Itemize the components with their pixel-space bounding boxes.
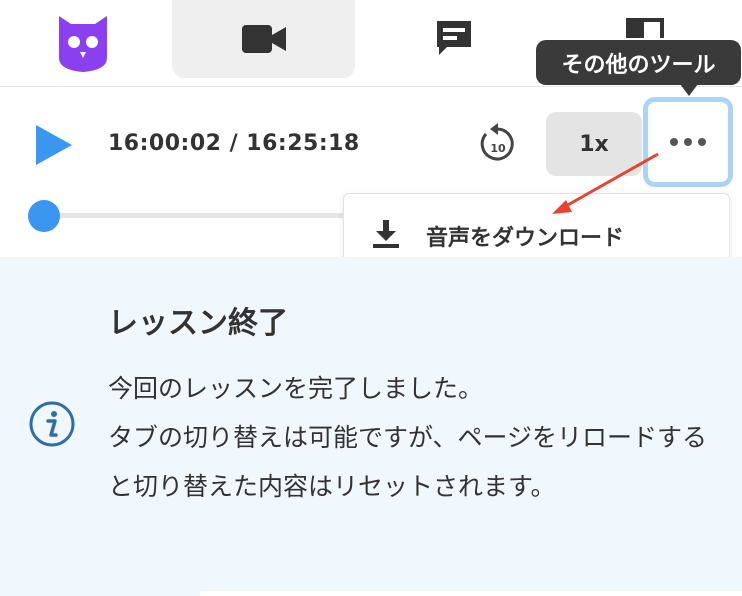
more-dots-icon bbox=[670, 138, 706, 146]
playback-time: 16:00:02 / 16:25:18 bbox=[108, 131, 360, 156]
replay-seconds-label: 10 bbox=[490, 142, 506, 155]
progress-knob[interactable] bbox=[28, 200, 60, 232]
tooltip-arrow bbox=[680, 84, 698, 96]
tab-video[interactable] bbox=[172, 0, 355, 78]
replay-10-button[interactable]: 10 bbox=[478, 122, 518, 164]
notice-line: 今回のレッスンを完了しました。 bbox=[108, 374, 484, 403]
layout-icon bbox=[626, 18, 664, 38]
notice-strip bbox=[0, 591, 200, 596]
notice-line: タブの切り替えは可能ですが、ページをリロードすると切り替えた内容はリセットされま… bbox=[108, 423, 708, 501]
video-camera-icon bbox=[241, 25, 286, 53]
owl-logo[interactable] bbox=[57, 14, 109, 72]
more-tools-button[interactable] bbox=[643, 97, 733, 187]
notice-title: レッスン終了 bbox=[108, 306, 288, 341]
replay-10-icon: 10 bbox=[480, 123, 514, 161]
play-button[interactable] bbox=[34, 123, 74, 167]
notice-body: 今回のレッスンを完了しました。 タブの切り替えは可能ですが、ページをリロードする… bbox=[108, 364, 708, 511]
more-tools-tooltip: その他のツール bbox=[536, 40, 741, 85]
info-icon bbox=[29, 401, 75, 447]
chat-bubble-icon bbox=[437, 21, 471, 55]
tab-chat[interactable] bbox=[432, 18, 476, 58]
download-icon bbox=[373, 220, 399, 248]
tab-layout[interactable] bbox=[626, 18, 666, 38]
menu-item-label: 音声をダウンロード bbox=[426, 226, 625, 251]
speed-button[interactable]: 1x bbox=[546, 112, 642, 176]
progress-track[interactable] bbox=[44, 213, 344, 218]
